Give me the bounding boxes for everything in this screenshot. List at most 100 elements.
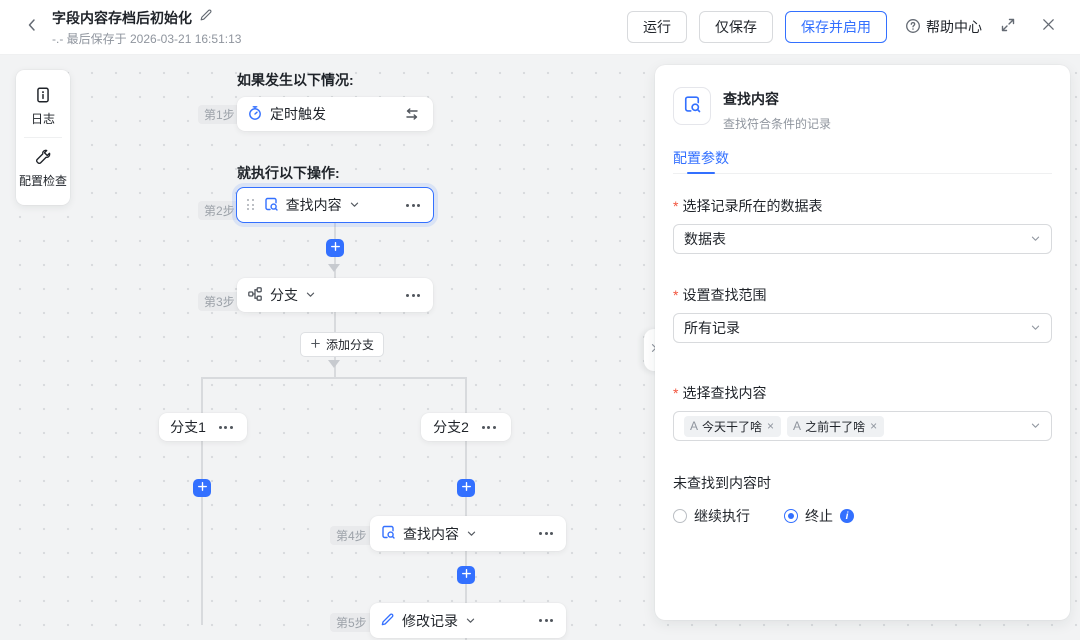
selected-field-tag: A 今天干了啥 × xyxy=(684,415,782,437)
plus-icon xyxy=(461,566,472,584)
chevron-left-icon xyxy=(24,17,40,38)
panel-subtitle: 查找符合条件的记录 xyxy=(723,117,832,131)
add-step-button-mid[interactable] xyxy=(457,566,475,584)
add-step-button[interactable] xyxy=(326,239,344,257)
radio-unchecked-icon[interactable] xyxy=(673,509,687,523)
save-only-button[interactable]: 仅保存 xyxy=(699,11,773,43)
action-section-title: 就执行以下操作: xyxy=(237,165,340,181)
step5-node-label: 修改记录 xyxy=(402,612,458,629)
chevron-down-icon[interactable] xyxy=(349,197,360,213)
header-actions: 运行 仅保存 保存并启用 帮助中心 xyxy=(627,11,1062,43)
required-marker: * xyxy=(673,287,679,303)
more-menu-icon[interactable] xyxy=(536,529,556,538)
run-button[interactable]: 运行 xyxy=(627,11,687,43)
pencil-icon xyxy=(380,612,395,630)
plus-icon xyxy=(461,479,472,497)
branch2-node[interactable]: 分支2 xyxy=(421,413,511,441)
more-menu-icon[interactable] xyxy=(536,616,556,625)
save-and-enable-button[interactable]: 保存并启用 xyxy=(785,11,887,43)
chevron-down-icon xyxy=(1030,418,1041,434)
last-saved-text: -.- 最后保存于 2026-03-21 16:51:13 xyxy=(52,31,242,46)
help-center-link[interactable]: 帮助中心 xyxy=(905,17,982,37)
branch-connector-line xyxy=(202,377,467,379)
more-menu-icon[interactable] xyxy=(403,291,423,300)
branch1-label: 分支1 xyxy=(170,419,206,435)
trigger-node[interactable]: 定时触发 xyxy=(237,97,433,131)
plus-icon xyxy=(197,479,208,497)
add-step-button-branch1[interactable] xyxy=(193,479,211,497)
field-table-label-text: 选择记录所在的数据表 xyxy=(682,198,823,214)
back-button[interactable] xyxy=(18,13,46,41)
question-circle-icon xyxy=(905,18,921,37)
not-found-label-text: 未查找到内容时 xyxy=(673,475,771,491)
remove-tag-icon[interactable]: × xyxy=(869,419,878,433)
log-tool-label: 日志 xyxy=(30,112,55,127)
more-menu-icon[interactable] xyxy=(479,423,499,432)
close-button[interactable] xyxy=(1034,13,1062,41)
step5-badge: 第5步 xyxy=(330,613,373,632)
chevron-down-icon[interactable] xyxy=(305,287,316,303)
step4-node-search-records[interactable]: 查找内容 xyxy=(370,516,566,551)
plus-icon xyxy=(330,239,341,257)
radio-continue[interactable]: 继续执行 xyxy=(673,506,750,526)
swap-trigger-icon[interactable] xyxy=(401,103,423,125)
field-range-label: * 设置查找范围 xyxy=(673,285,1052,305)
add-branch-button[interactable]: 添加分支 xyxy=(300,332,385,357)
table-select-value: 数据表 xyxy=(684,231,726,247)
more-menu-icon[interactable] xyxy=(216,423,236,432)
plus-icon xyxy=(310,338,321,352)
log-tool[interactable]: 日志 xyxy=(16,80,70,133)
tag-label: 今天干了啥 xyxy=(702,419,763,434)
arrow-down-icon xyxy=(328,264,340,272)
more-menu-icon[interactable] xyxy=(403,201,423,210)
fullscreen-button[interactable] xyxy=(994,13,1022,41)
page-title: 字段内容存档后初始化 xyxy=(52,9,192,26)
branch-icon xyxy=(247,286,263,305)
step3-node-branch[interactable]: 分支 xyxy=(237,278,433,312)
branch1-node[interactable]: 分支1 xyxy=(159,413,247,441)
info-icon[interactable]: i xyxy=(840,509,854,523)
radio-stop-label: 终止 xyxy=(805,508,833,524)
table-select[interactable]: 数据表 xyxy=(673,224,1052,254)
branch2-label: 分支2 xyxy=(433,419,469,435)
document-info-icon xyxy=(34,86,52,107)
app-root: 字段内容存档后初始化 -.- 最后保存于 2026-03-21 16:51:13… xyxy=(0,0,1080,640)
panel-title-block: 查找内容 查找符合条件的记录 xyxy=(723,87,831,132)
config-panel: 查找内容 查找符合条件的记录 配置参数 * 选择记录所在的数据表 数据表 * 设… xyxy=(655,65,1070,620)
field-content-label: * 选择查找内容 xyxy=(673,383,1052,403)
not-found-label: 未查找到内容时 xyxy=(673,473,1052,493)
range-select[interactable]: 所有记录 xyxy=(673,313,1052,343)
panel-header: 查找内容 查找符合条件的记录 xyxy=(673,87,1052,132)
drag-handle-icon[interactable] xyxy=(247,198,255,211)
panel-title: 查找内容 xyxy=(723,91,779,107)
step4-node-label: 查找内容 xyxy=(403,525,459,542)
field-range-label-text: 设置查找范围 xyxy=(682,287,767,303)
step1-badge: 第1步 xyxy=(198,105,241,124)
radio-stop[interactable]: 终止 i xyxy=(784,506,854,526)
search-record-icon xyxy=(682,94,702,119)
required-marker: * xyxy=(673,198,679,214)
step3-badge: 第3步 xyxy=(198,292,241,311)
search-record-icon xyxy=(380,524,396,543)
chevron-down-icon[interactable] xyxy=(465,613,476,629)
required-marker: * xyxy=(673,385,679,401)
chevron-down-icon xyxy=(1030,231,1041,247)
arrow-down-icon xyxy=(328,360,340,368)
step2-node-search-records[interactable]: 查找内容 xyxy=(236,187,434,223)
radio-checked-icon[interactable] xyxy=(784,509,798,523)
panel-tabs: 配置参数 xyxy=(673,148,1052,174)
text-field-type-icon: A xyxy=(793,419,802,433)
edit-title-icon[interactable] xyxy=(199,8,213,27)
not-found-options: 继续执行 终止 i xyxy=(673,506,1052,526)
remove-tag-icon[interactable]: × xyxy=(766,419,775,433)
add-step-button-branch2[interactable] xyxy=(457,479,475,497)
content-multiselect[interactable]: A 今天干了啥 × A 之前干了啥 × xyxy=(673,411,1052,441)
step2-node-label: 查找内容 xyxy=(285,197,342,213)
step5-node-modify-record[interactable]: 修改记录 xyxy=(370,603,566,638)
step2-badge: 第2步 xyxy=(198,201,241,220)
config-check-tool[interactable]: 配置检查 xyxy=(16,142,70,195)
search-record-icon xyxy=(263,196,279,215)
chevron-down-icon[interactable] xyxy=(466,526,477,542)
expand-icon xyxy=(1000,17,1016,38)
add-branch-label: 添加分支 xyxy=(326,338,375,352)
